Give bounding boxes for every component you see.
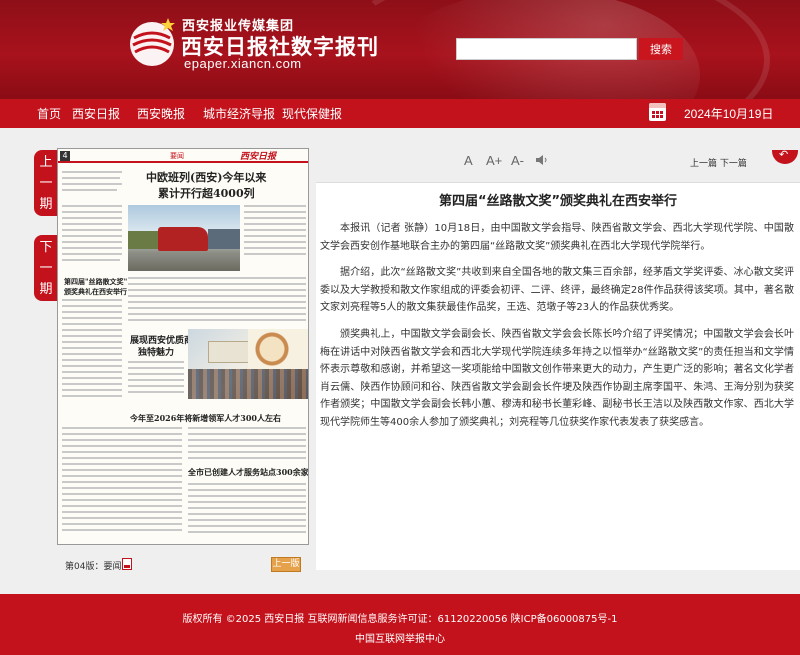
paper-masthead: 4 要闻 西安日报	[58, 149, 308, 163]
xiancn-logo-icon[interactable]	[124, 14, 184, 70]
prev-issue-char: 一	[39, 175, 53, 191]
paper-section: 要闻	[170, 152, 184, 160]
page-selector: 第04版：要闻 上一版	[57, 555, 309, 575]
article-divider	[316, 182, 800, 183]
prev-issue-button[interactable]: 上 一 期	[34, 150, 58, 216]
newspaper-page-thumbnail[interactable]: 4 要闻 西安日报 中欧班列(西安)今年以来 累计开行超4000列 第四届"丝路…	[57, 148, 309, 545]
next-issue-char: 下	[39, 239, 53, 255]
search-input[interactable]	[456, 38, 637, 60]
nav-item-home[interactable]: 首页	[37, 105, 61, 122]
paper-photo-food	[248, 329, 308, 369]
paper-headline-award-a[interactable]: 第四届"丝路散文奖"	[64, 277, 127, 287]
nav-item-modern-health[interactable]: 现代保健报	[282, 105, 342, 122]
site-url: epaper.xiancn.com	[184, 56, 302, 71]
next-issue-char: 一	[39, 260, 53, 276]
page-label[interactable]: 第04版：要闻	[65, 559, 121, 572]
article-paragraph: 本报讯（记者 张静）10月18日，由中国散文学会指导、陕西省散文学会、西北大学现…	[320, 223, 794, 252]
copyright-text: 版权所有 ©2025 西安日报 互联网新闻信息服务许可证：61120220056…	[182, 614, 618, 625]
article-toolbar: A A+ A- 上一篇 下一篇	[316, 148, 800, 172]
calendar-icon[interactable]	[649, 103, 666, 121]
paper-logo: 西安日报	[240, 152, 277, 162]
prev-next-article-links[interactable]: 上一篇 下一篇	[690, 156, 747, 169]
next-issue-button[interactable]: 下 一 期	[34, 235, 58, 301]
prev-issue-char: 期	[39, 196, 53, 212]
speaker-icon[interactable]	[536, 155, 548, 165]
nav-item-xian-daily[interactable]: 西安日报	[72, 105, 120, 122]
article-paragraph: 颁奖典礼上，中国散文学会副会长、陕西省散文学会会长陈长吟介绍了评奖情况；中国散文…	[320, 329, 794, 428]
search-button[interactable]: 搜索	[639, 38, 683, 60]
nav-item-xian-evening[interactable]: 西安晚报	[137, 105, 185, 122]
prev-page-button[interactable]: 上一版	[271, 557, 301, 572]
issue-date: 2024年10月19日	[684, 107, 774, 121]
article-panel: 第四届“丝路散文奖”颁奖典礼在西安举行 本报讯（记者 张静）10月18日，由中国…	[316, 182, 800, 570]
paper-headline-train-b[interactable]: 累计开行超4000列	[158, 185, 255, 201]
nav-item-city-economy[interactable]: 城市经济导报	[203, 105, 275, 122]
main-nav: 首页 西安日报 西安晚报 城市经济导报 现代保健报 2024年10月19日	[0, 99, 800, 128]
paper-headline-train-a[interactable]: 中欧班列(西安)今年以来	[146, 169, 266, 185]
paper-headline-goods-b[interactable]: 独特魅力	[138, 345, 174, 358]
next-issue-char: 期	[39, 281, 53, 297]
font-decrease-button[interactable]: A-	[511, 153, 524, 168]
report-center-link[interactable]: 中国互联网举报中心	[0, 630, 800, 645]
article-paragraph: 据介绍，此次“丝路散文奖”共收到来自全国各地的散文集三百余部，经茅盾文学奖评委、…	[320, 267, 794, 313]
paper-photo-train	[128, 205, 240, 271]
pdf-icon[interactable]	[122, 558, 132, 570]
paper-headline-stations[interactable]: 全市已创建人才服务站点300余家	[188, 467, 308, 478]
article-title: 第四届“丝路散文奖”颁奖典礼在西安举行	[438, 194, 678, 209]
paper-page-number: 4	[60, 151, 70, 161]
site-footer: 版权所有 ©2025 西安日报 互联网新闻信息服务许可证：61120220056…	[0, 594, 800, 655]
site-header: 西安报业传媒集团 西安日报社数字报刊 epaper.xiancn.com 搜索	[0, 0, 800, 99]
font-reset-button[interactable]: A	[464, 153, 473, 168]
font-increase-button[interactable]: A+	[486, 153, 502, 168]
paper-headline-talent[interactable]: 今年至2026年将新增领军人才300人左右	[130, 413, 281, 424]
paper-headline-award-b[interactable]: 颁奖典礼在西安举行	[64, 287, 127, 297]
prev-issue-char: 上	[39, 154, 53, 170]
back-icon[interactable]	[772, 148, 798, 164]
